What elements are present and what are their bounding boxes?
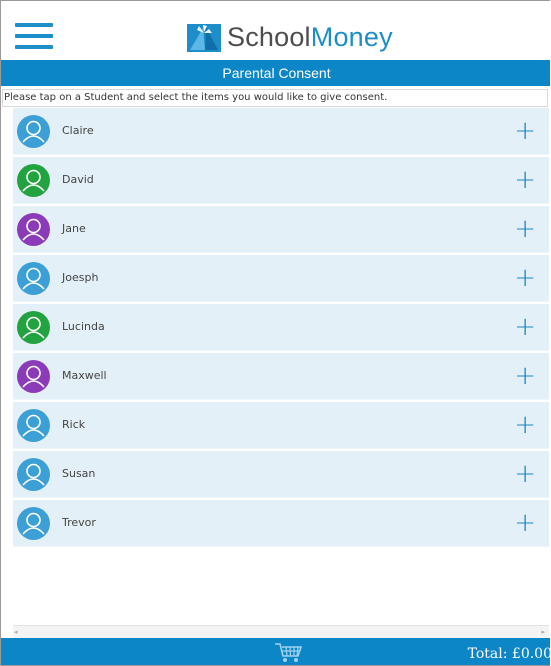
scroll-left-arrow-icon[interactable]: ◂ [14,626,18,638]
student-row-lucinda[interactable]: Lucinda + [13,304,549,351]
student-name: Susan [62,467,96,480]
student-name: Joesph [62,271,99,284]
add-consent-plus-icon[interactable]: + [514,157,536,203]
logo-text: SchoolMoney [227,22,393,52]
student-avatar-icon [17,458,50,491]
student-avatar-icon [17,507,50,540]
student-name: Lucinda [62,320,105,333]
student-name: Claire [62,124,94,137]
shopping-cart-icon[interactable] [274,642,304,664]
logo-book-icon [187,22,221,52]
student-row-maxwell[interactable]: Maxwell + [13,353,549,400]
student-name: Rick [62,418,86,431]
student-avatar-icon [17,164,50,197]
cart-total: Total: £0.00 [467,646,550,662]
add-consent-plus-icon[interactable]: + [514,108,536,154]
student-row-joesph[interactable]: Joesph + [13,255,549,302]
student-avatar-icon [17,115,50,148]
student-name: Jane [62,222,86,235]
scroll-right-arrow-icon[interactable]: ▸ [541,626,545,638]
app-frame: SchoolMoney Parental Consent Please tap … [0,0,550,666]
student-row-jane[interactable]: Jane + [13,206,549,253]
student-name: Trevor [62,516,96,529]
student-row-claire[interactable]: Claire + [13,108,549,155]
student-row-rick[interactable]: Rick + [13,402,549,449]
footer-bar: Total: £0.00 [1,638,550,665]
student-avatar-icon [17,409,50,442]
student-name: Maxwell [62,369,107,382]
hamburger-menu-icon[interactable] [15,23,53,51]
app-header: SchoolMoney [1,1,550,59]
add-consent-plus-icon[interactable]: + [514,353,536,399]
add-consent-plus-icon[interactable]: + [514,500,536,546]
page-title: Parental Consent [1,60,550,86]
student-row-david[interactable]: David + [13,157,549,204]
school-money-logo[interactable]: SchoolMoney [187,21,393,53]
student-avatar-icon [17,311,50,344]
horizontal-scrollbar[interactable]: ◂ ▸ [13,625,549,638]
student-row-susan[interactable]: Susan + [13,451,549,498]
student-avatar-icon [17,262,50,295]
add-consent-plus-icon[interactable]: + [514,451,536,497]
add-consent-plus-icon[interactable]: + [514,304,536,350]
student-list: Claire + David + Jane + Joesph + Lucinda + Maxwell… [13,108,549,549]
student-name: David [62,173,94,186]
add-consent-plus-icon[interactable]: + [514,255,536,301]
add-consent-plus-icon[interactable]: + [514,206,536,252]
instruction-text: Please tap on a Student and select the i… [2,89,548,107]
student-avatar-icon [17,360,50,393]
student-row-trevor[interactable]: Trevor + [13,500,549,547]
add-consent-plus-icon[interactable]: + [514,402,536,448]
student-avatar-icon [17,213,50,246]
